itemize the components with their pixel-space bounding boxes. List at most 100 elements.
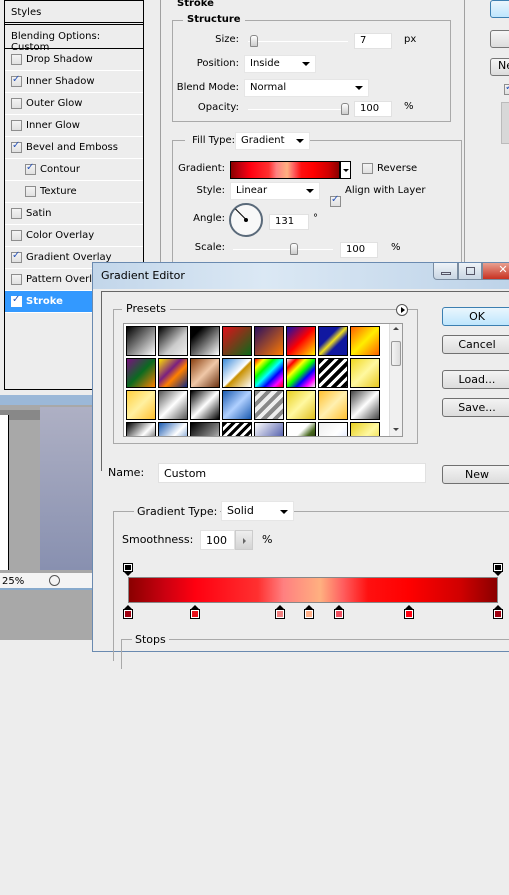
- preset-swatch[interactable]: [158, 326, 188, 356]
- size-input[interactable]: 7: [354, 33, 392, 49]
- preset-swatch[interactable]: [190, 326, 220, 356]
- opacity-input[interactable]: 100: [354, 101, 392, 117]
- style-checkbox[interactable]: [11, 140, 22, 153]
- preset-swatch[interactable]: [318, 358, 348, 388]
- save-button[interactable]: Save...: [442, 398, 509, 417]
- preset-swatch[interactable]: [254, 326, 284, 356]
- ok-button[interactable]: OK: [442, 307, 509, 326]
- preset-swatch[interactable]: [254, 390, 284, 420]
- preset-swatch[interactable]: [350, 422, 380, 436]
- opacity-slider[interactable]: [248, 109, 348, 110]
- align-checkbox[interactable]: [330, 194, 341, 207]
- new-style-button[interactable]: Ne: [490, 58, 509, 76]
- style-checkbox[interactable]: [11, 250, 22, 263]
- styles-header[interactable]: Styles: [5, 1, 143, 25]
- color-stop[interactable]: [493, 605, 503, 619]
- preset-swatch[interactable]: [222, 422, 252, 436]
- color-stop[interactable]: [404, 605, 415, 619]
- zoom-level[interactable]: 25%: [2, 576, 24, 587]
- preset-swatch[interactable]: [158, 358, 188, 388]
- ok-button-layer-style[interactable]: [490, 0, 509, 18]
- color-stop[interactable]: [333, 605, 344, 619]
- style-item-texture[interactable]: Texture: [5, 181, 143, 203]
- preset-swatch[interactable]: [318, 390, 348, 420]
- maximize-button[interactable]: [458, 263, 482, 280]
- name-input[interactable]: Custom: [158, 463, 426, 483]
- style-item-inner-shadow[interactable]: Inner Shadow: [5, 71, 143, 93]
- angle-dial[interactable]: [229, 203, 263, 237]
- gradient-dropdown[interactable]: [340, 161, 351, 179]
- color-stop[interactable]: [189, 605, 200, 619]
- style-checkbox[interactable]: [11, 120, 22, 131]
- preset-swatch[interactable]: [254, 358, 284, 388]
- style-checkbox[interactable]: [25, 186, 36, 197]
- style-item-contour[interactable]: Contour: [5, 159, 143, 181]
- status-menu-icon[interactable]: [49, 575, 60, 586]
- opacity-stop[interactable]: [493, 563, 503, 576]
- position-select[interactable]: Inside: [244, 55, 316, 73]
- load-button[interactable]: Load...: [442, 370, 509, 389]
- color-stop[interactable]: [304, 605, 315, 619]
- preset-swatch[interactable]: [286, 422, 316, 436]
- gradient-preview[interactable]: [230, 161, 340, 179]
- minimize-button[interactable]: [433, 263, 458, 280]
- style-checkbox[interactable]: [11, 294, 22, 307]
- style-checkbox[interactable]: [11, 74, 22, 87]
- gradient-bar[interactable]: [128, 577, 498, 603]
- scale-slider-thumb[interactable]: [290, 243, 298, 255]
- angle-input[interactable]: 131: [269, 214, 309, 230]
- scroll-down-icon[interactable]: [393, 428, 399, 431]
- cancel-button[interactable]: Cancel: [442, 335, 509, 354]
- opacity-slider-thumb[interactable]: [341, 103, 349, 115]
- scroll-thumb[interactable]: [391, 341, 401, 366]
- preset-swatch[interactable]: [286, 390, 316, 420]
- style-checkbox[interactable]: [11, 98, 22, 109]
- preset-swatch[interactable]: [286, 326, 316, 356]
- preset-swatch[interactable]: [286, 358, 316, 388]
- preset-swatch[interactable]: [158, 390, 188, 420]
- preset-swatch[interactable]: [126, 422, 156, 436]
- preview-checkbox[interactable]: [504, 82, 509, 95]
- style-select[interactable]: Linear: [230, 182, 320, 200]
- style-checkbox[interactable]: [11, 274, 22, 285]
- style-checkbox[interactable]: [11, 230, 22, 241]
- preset-swatch[interactable]: [318, 422, 348, 436]
- style-item-bevel-and-emboss[interactable]: Bevel and Emboss: [5, 137, 143, 159]
- preset-swatch[interactable]: [222, 390, 252, 420]
- preset-swatch[interactable]: [126, 326, 156, 356]
- style-checkbox[interactable]: [25, 162, 36, 175]
- style-item-inner-glow[interactable]: Inner Glow: [5, 115, 143, 137]
- style-checkbox[interactable]: [11, 54, 22, 65]
- style-item-satin[interactable]: Satin: [5, 203, 143, 225]
- color-stop[interactable]: [274, 605, 285, 619]
- preset-swatch[interactable]: [190, 358, 220, 388]
- blending-options[interactable]: Blending Options: Custom: [5, 25, 143, 53]
- scroll-up-icon[interactable]: [393, 327, 399, 330]
- blend-mode-select[interactable]: Normal: [244, 79, 369, 97]
- preset-swatch[interactable]: [350, 358, 380, 388]
- preset-swatch[interactable]: [126, 390, 156, 420]
- preset-swatch[interactable]: [318, 326, 348, 356]
- color-stop[interactable]: [123, 605, 133, 619]
- reverse-checkbox[interactable]: [362, 163, 373, 174]
- size-slider-thumb[interactable]: [250, 35, 258, 47]
- fill-type-select[interactable]: Gradient: [235, 132, 310, 150]
- style-item-outer-glow[interactable]: Outer Glow: [5, 93, 143, 115]
- style-checkbox[interactable]: [11, 208, 22, 219]
- presets-menu-button[interactable]: [396, 304, 408, 316]
- scale-slider[interactable]: [233, 249, 333, 250]
- size-slider[interactable]: [248, 41, 348, 42]
- preset-swatch[interactable]: [158, 422, 188, 436]
- scale-input[interactable]: 100: [340, 242, 378, 258]
- opacity-stop[interactable]: [123, 563, 133, 576]
- new-button[interactable]: New: [442, 465, 509, 484]
- preset-swatch[interactable]: [254, 422, 284, 436]
- preset-swatch[interactable]: [190, 390, 220, 420]
- preset-swatch[interactable]: [350, 326, 380, 356]
- presets-scrollbar[interactable]: [389, 324, 402, 436]
- close-button[interactable]: ✕: [482, 263, 509, 280]
- preset-swatch[interactable]: [126, 358, 156, 388]
- preset-swatch[interactable]: [350, 390, 380, 420]
- preset-swatch[interactable]: [222, 326, 252, 356]
- preset-swatch[interactable]: [190, 422, 220, 436]
